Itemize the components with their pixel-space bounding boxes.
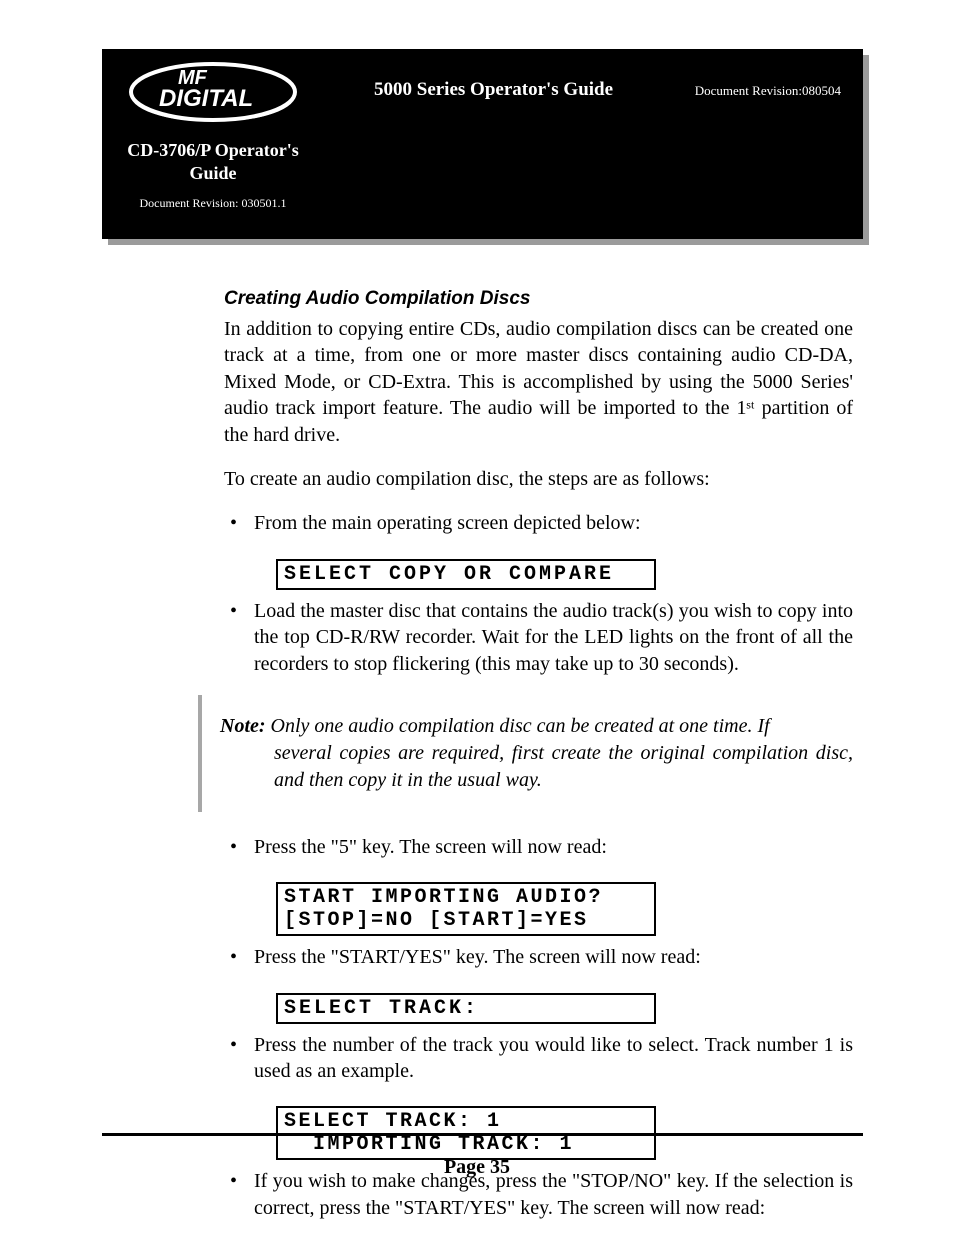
- footer-rule: [102, 1133, 863, 1136]
- step-item: From the main operating screen depicted …: [224, 510, 853, 536]
- logo-text-2: DIGITAL: [159, 85, 253, 112]
- header-right-panel: 5000 Series Operator's Guide Document Re…: [324, 49, 863, 239]
- left-title-line2: Guide: [189, 163, 236, 183]
- lcd-display-1: SELECT COPY OR COMPARE: [276, 559, 656, 590]
- note-label: Note:: [220, 715, 266, 737]
- lcd4-line1: SELECT TRACK: 1: [284, 1110, 502, 1133]
- intro-paragraph: In addition to copying entire CDs, audio…: [224, 316, 853, 448]
- lead-in: To create an audio compilation disc, the…: [224, 466, 853, 492]
- note-text-2: several copies are required, first creat…: [220, 740, 853, 794]
- section-heading: Creating Audio Compilation Discs: [224, 288, 853, 310]
- step-item: Press the "5" key. The screen will now r…: [224, 834, 853, 860]
- lcd-display-3: SELECT TRACK:: [276, 993, 656, 1024]
- left-doc-title: CD-3706/P Operator's Guide: [119, 139, 306, 184]
- page-number: Page 35: [0, 1156, 954, 1179]
- lcd2-line1: START IMPORTING AUDIO?: [284, 886, 603, 909]
- logo-swoosh-icon: MF DIGITAL: [123, 56, 303, 128]
- step-item: Load the master disc that contains the a…: [224, 598, 853, 677]
- mf-digital-logo: MF DIGITAL: [123, 54, 303, 129]
- step-item: Press the number of the track you would …: [224, 1032, 853, 1085]
- step-list-a: From the main operating screen depicted …: [224, 510, 853, 536]
- center-doc-title: 5000 Series Operator's Guide: [374, 79, 613, 101]
- header-left-panel: MF DIGITAL CD-3706/P Operator's Guide Do…: [102, 49, 324, 239]
- doc-revision: Document Revision:080504: [695, 83, 841, 99]
- note-block: Note: Only one audio compilation disc ca…: [198, 695, 853, 812]
- step-list-b: Load the master disc that contains the a…: [224, 598, 853, 677]
- lcd4-line2: IMPORTING TRACK: 1: [284, 1133, 574, 1156]
- page-header: MF DIGITAL CD-3706/P Operator's Guide Do…: [102, 49, 863, 239]
- lcd2-line2: [STOP]=NO [START]=YES: [284, 909, 589, 932]
- left-revision: Document Revision: 030501.1: [140, 196, 287, 211]
- page-content: Creating Audio Compilation Discs In addi…: [224, 288, 853, 1225]
- note-text-1: Only one audio compilation disc can be c…: [271, 715, 770, 737]
- step-list-d: Press the "START/YES" key. The screen wi…: [224, 944, 853, 970]
- note-row: Note: Only one audio compilation disc ca…: [220, 713, 853, 794]
- step-item: Press the "START/YES" key. The screen wi…: [224, 944, 853, 970]
- step-list-e: Press the number of the track you would …: [224, 1032, 853, 1085]
- step-list-c: Press the "5" key. The screen will now r…: [224, 834, 853, 860]
- left-title-line1: CD-3706/P Operator's: [127, 140, 298, 160]
- lcd-display-2: START IMPORTING AUDIO? [STOP]=NO [START]…: [276, 882, 656, 936]
